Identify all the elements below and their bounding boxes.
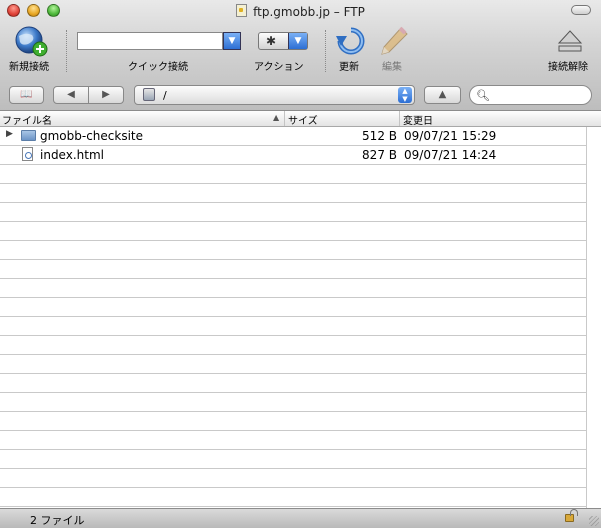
book-icon: 📖 <box>20 89 33 100</box>
window-title: ftp.gmobb.jp – FTP <box>0 4 601 19</box>
toolbar-separator <box>325 30 326 72</box>
refresh-label: 更新 <box>339 62 359 73</box>
file-size: 512 B <box>362 129 397 143</box>
forward-button[interactable]: ▶ <box>88 86 124 104</box>
up-arrow-icon: ▲ <box>438 89 447 100</box>
file-name: gmobb-checksite <box>40 129 144 143</box>
document-proxy-icon[interactable] <box>236 4 248 17</box>
column-divider[interactable] <box>399 111 400 126</box>
refresh-icon <box>336 27 365 55</box>
server-disk-icon <box>143 88 155 101</box>
disclosure-triangle-icon[interactable]: ▶ <box>6 129 13 139</box>
list-item[interactable]: index.html 827 B 09/07/21 14:24 <box>0 146 601 164</box>
gear-icon: ✱ <box>266 34 277 48</box>
unlocked-padlock-icon <box>565 509 578 522</box>
ftp-window: ftp.gmobb.jp – FTP 新規接続 ▼ クイック接続 ✱ ▼ アクシ… <box>0 0 601 528</box>
resize-grip-icon[interactable] <box>589 516 599 526</box>
toolbar-area: ftp.gmobb.jp – FTP 新規接続 ▼ クイック接続 ✱ ▼ アクシ… <box>0 0 601 111</box>
sort-ascending-icon: ▲ <box>273 113 280 122</box>
quick-connect-label: クイック接続 <box>128 62 188 73</box>
new-connection-label: 新規接続 <box>9 62 49 73</box>
forward-arrow-icon: ▶ <box>102 89 110 100</box>
toolbar-toggle-button[interactable] <box>571 5 591 15</box>
current-path: / <box>163 89 167 102</box>
file-count: 2 ファイル <box>30 514 85 527</box>
disconnect-label: 接続解除 <box>548 62 588 73</box>
chevron-down-icon: ▼ <box>288 33 307 49</box>
back-arrow-icon: ◀ <box>67 89 75 100</box>
status-bar: 2 ファイル <box>0 508 601 528</box>
column-divider[interactable] <box>284 111 285 126</box>
search-icon: 🔍︎ <box>476 89 490 102</box>
globe-add-icon <box>15 26 48 57</box>
search-input[interactable] <box>490 88 590 104</box>
folder-icon <box>21 130 36 141</box>
column-header-filename[interactable]: ファイル名 <box>2 112 52 127</box>
chevron-down-icon: ▼ <box>228 36 236 46</box>
action-menu-button[interactable]: ✱ ▼ <box>258 32 308 50</box>
file-modified: 09/07/21 15:29 <box>404 129 497 143</box>
column-header-size[interactable]: サイズ <box>288 112 318 127</box>
title-bar: ftp.gmobb.jp – FTP <box>0 0 601 22</box>
pencil-icon <box>381 26 408 55</box>
file-modified: 09/07/21 14:24 <box>404 148 497 162</box>
list-header: ファイル名 ▲ サイズ 変更日 <box>0 111 601 127</box>
parent-folder-button[interactable]: ▲ <box>424 86 461 104</box>
list-right-gutter <box>586 127 601 508</box>
html-file-icon <box>22 147 33 161</box>
updown-arrows-icon: ▲ ▼ <box>398 87 412 103</box>
list-item[interactable]: ▶ gmobb-checksite 512 B 09/07/21 15:29 <box>0 127 601 145</box>
toolbar-separator <box>66 30 67 72</box>
path-selector[interactable]: / ▲ ▼ <box>134 85 415 105</box>
column-header-modified[interactable]: 変更日 <box>403 112 433 127</box>
quick-connect-input[interactable] <box>77 32 223 50</box>
bookmarks-button[interactable]: 📖 <box>9 86 44 104</box>
action-label: アクション <box>254 62 304 73</box>
eject-icon <box>557 30 583 52</box>
search-field[interactable]: 🔍︎ <box>469 85 592 105</box>
quick-connect-dropdown[interactable]: ▼ <box>223 32 241 50</box>
file-list[interactable]: ▶ gmobb-checksite 512 B 09/07/21 15:29 i… <box>0 127 601 508</box>
file-size: 827 B <box>362 148 397 162</box>
edit-label: 編集 <box>382 62 402 73</box>
window-title-text: ftp.gmobb.jp – FTP <box>253 5 365 19</box>
file-name: index.html <box>40 148 104 162</box>
back-button[interactable]: ◀ <box>53 86 89 104</box>
